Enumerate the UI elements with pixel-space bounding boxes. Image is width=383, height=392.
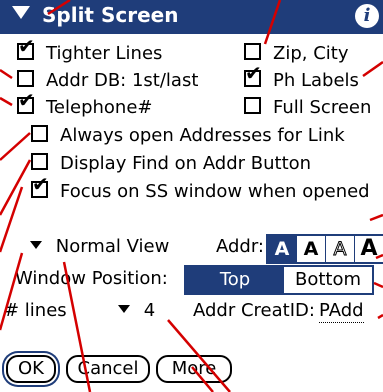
annotation-line bbox=[369, 213, 383, 222]
font-small-button[interactable]: A bbox=[268, 236, 297, 262]
checkbox[interactable] bbox=[244, 97, 261, 114]
title-bar: Split Screen i bbox=[0, 0, 383, 34]
option-label: Zip, City bbox=[273, 43, 349, 64]
form-title: Split Screen bbox=[42, 3, 179, 27]
option-label: Tighter Lines bbox=[46, 43, 163, 64]
option-label: Addr DB: 1st/last bbox=[46, 70, 199, 91]
ok-button[interactable]: OK bbox=[6, 355, 56, 383]
font-large-button[interactable]: A bbox=[355, 236, 383, 262]
popup-triangle-icon bbox=[118, 305, 130, 313]
option-label: Focus on SS window when opened bbox=[60, 181, 370, 202]
option-focus-ss[interactable]: Focus on SS window when opened bbox=[31, 173, 370, 203]
view-value: Normal View bbox=[55, 236, 170, 257]
checkbox[interactable] bbox=[31, 153, 48, 170]
position-bottom-button[interactable]: Bottom bbox=[284, 267, 372, 293]
annotation-line bbox=[0, 68, 13, 80]
option-label: Always open Addresses for Link bbox=[60, 125, 345, 146]
more-button[interactable]: More bbox=[156, 355, 232, 383]
checkbox[interactable] bbox=[31, 125, 48, 142]
option-display-find[interactable]: Display Find on Addr Button bbox=[31, 153, 311, 175]
checkbox[interactable] bbox=[17, 35, 35, 60]
annotation-line bbox=[362, 60, 383, 78]
annotation-line bbox=[0, 159, 32, 216]
font-outline-button[interactable]: A bbox=[326, 236, 355, 262]
option-always-open[interactable]: Always open Addresses for Link bbox=[31, 125, 345, 147]
creator-id-label: Addr CreatID: bbox=[193, 300, 315, 321]
cancel-button[interactable]: Cancel bbox=[66, 355, 150, 383]
checkbox[interactable] bbox=[17, 89, 35, 114]
option-addr-db[interactable]: Addr DB: 1st/last bbox=[17, 70, 198, 92]
annotation-line bbox=[377, 313, 383, 320]
checkbox[interactable] bbox=[244, 62, 262, 87]
window-position-selector: Top Bottom bbox=[184, 265, 374, 295]
addr-font-label: Addr: bbox=[216, 236, 264, 257]
annotation-line bbox=[0, 186, 24, 253]
addr-font-selector: A A A A bbox=[266, 234, 383, 264]
popup-triangle-icon bbox=[30, 241, 42, 249]
option-full-screen[interactable]: Full Screen bbox=[244, 97, 371, 119]
annotation-line bbox=[0, 132, 31, 161]
option-label: Display Find on Addr Button bbox=[60, 153, 312, 174]
window-position-label: Window Position: bbox=[15, 268, 168, 289]
option-ph-labels[interactable]: Ph Labels bbox=[244, 62, 359, 92]
option-telephone[interactable]: Telephone# bbox=[17, 89, 153, 119]
option-label: Full Screen bbox=[273, 97, 372, 118]
lines-label: # lines bbox=[4, 300, 67, 321]
view-popup[interactable]: Normal View bbox=[30, 236, 169, 258]
font-bold-button[interactable]: A bbox=[297, 236, 326, 262]
annotation-line bbox=[373, 281, 383, 289]
option-label: Ph Labels bbox=[273, 70, 359, 91]
menu-triangle-icon[interactable] bbox=[12, 6, 30, 19]
lines-value: 4 bbox=[143, 300, 156, 321]
annotation-line bbox=[0, 96, 13, 107]
lines-popup[interactable]: 4 bbox=[118, 300, 155, 322]
checkbox[interactable] bbox=[244, 43, 261, 60]
checkbox[interactable] bbox=[17, 70, 34, 87]
option-tighter-lines[interactable]: Tighter Lines bbox=[17, 35, 163, 65]
checkbox[interactable] bbox=[31, 173, 49, 198]
info-icon[interactable]: i bbox=[355, 4, 379, 28]
position-top-button[interactable]: Top bbox=[186, 267, 284, 293]
option-label: Telephone# bbox=[46, 97, 153, 118]
creator-id-field[interactable]: PAdd bbox=[319, 300, 364, 323]
